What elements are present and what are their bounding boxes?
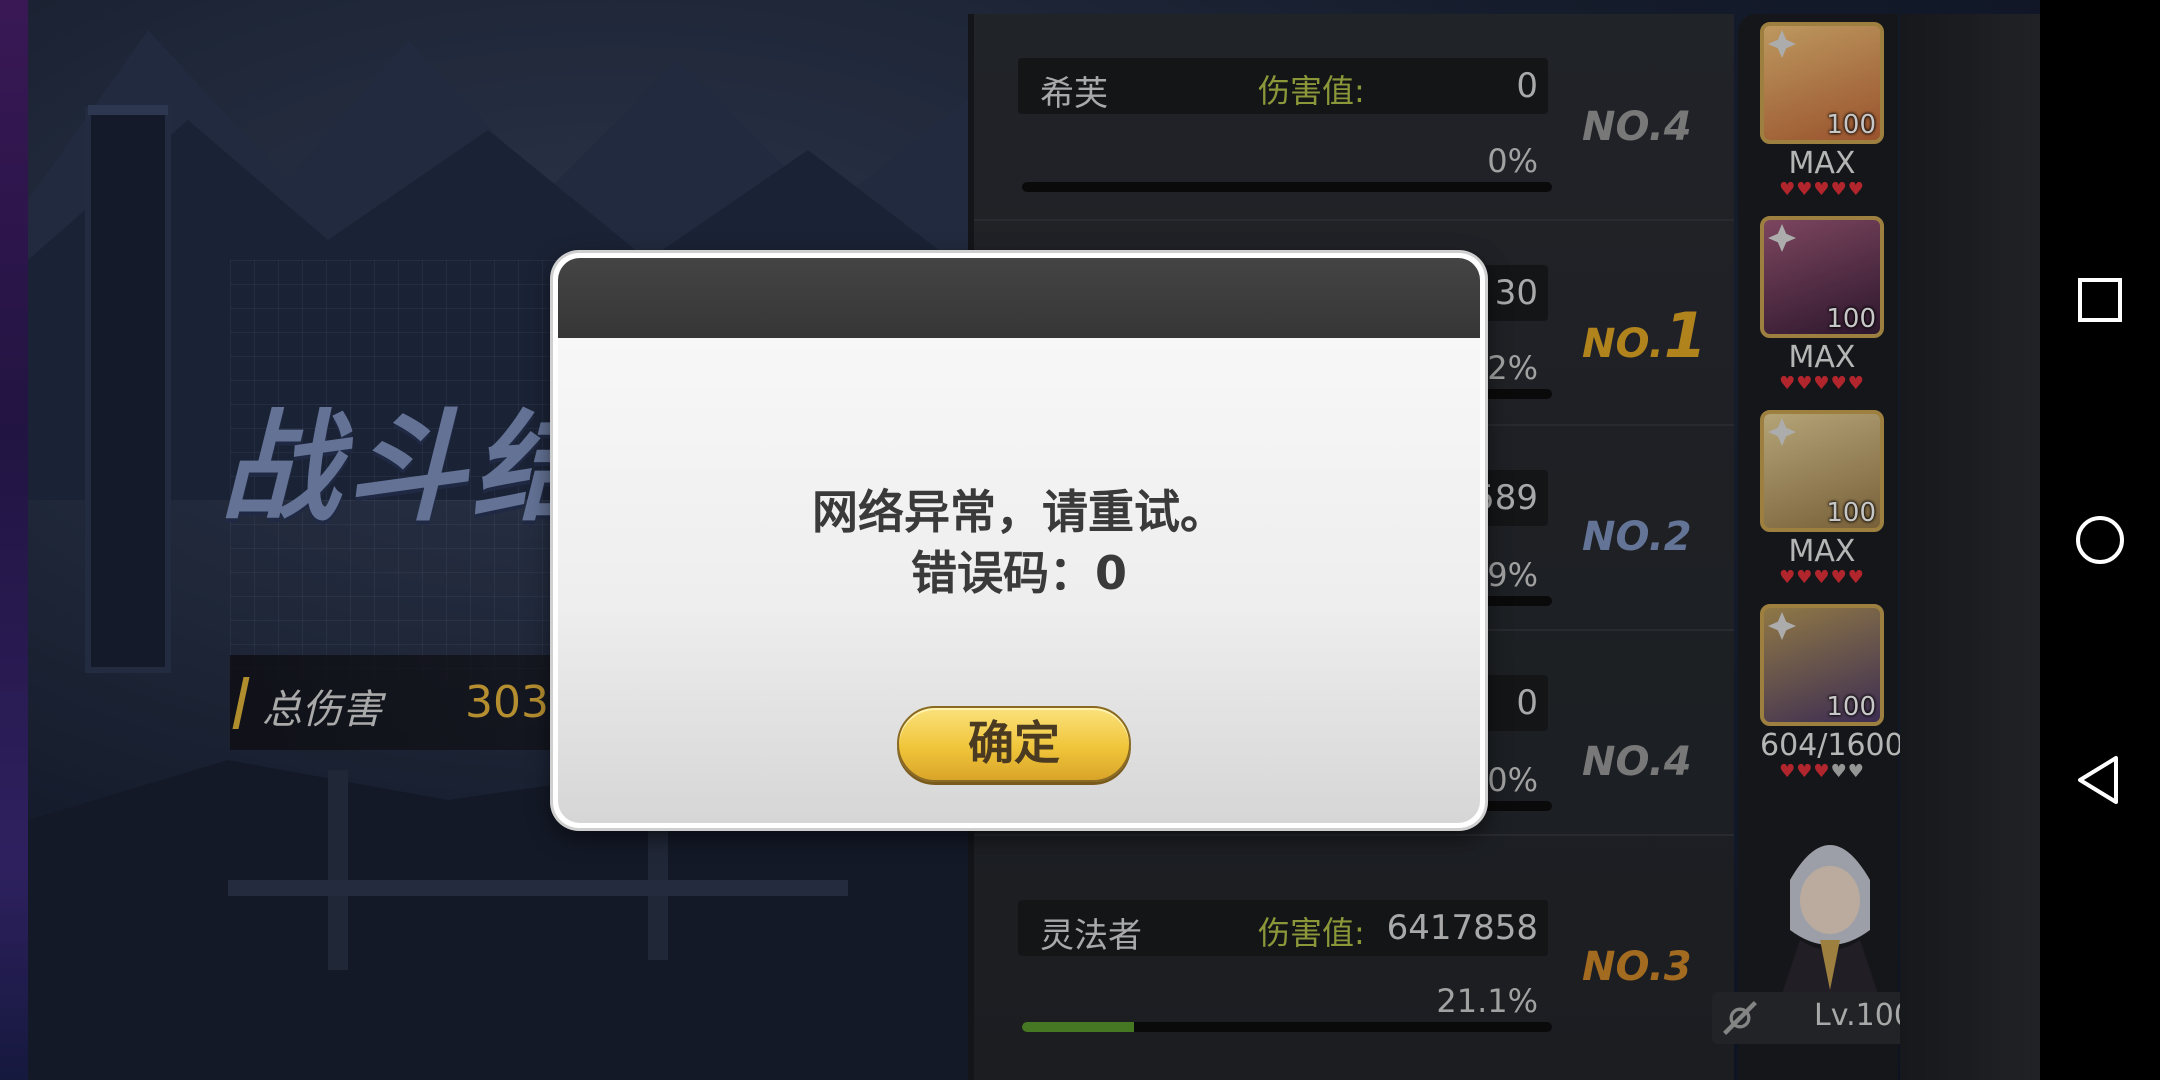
system-nav-bar: [2040, 0, 2160, 1080]
error-message: 网络异常，请重试。: [812, 485, 1226, 539]
square-icon[interactable]: [2070, 270, 2130, 330]
confirm-button[interactable]: 确定: [897, 706, 1131, 782]
error-dialog: 网络异常，请重试。 错误码：0 确定: [553, 253, 1485, 828]
dialog-header: [558, 258, 1480, 338]
circle-icon[interactable]: [2070, 510, 2130, 570]
triangle-back-icon[interactable]: [2070, 750, 2130, 810]
error-code: 错误码：0: [910, 546, 1127, 600]
